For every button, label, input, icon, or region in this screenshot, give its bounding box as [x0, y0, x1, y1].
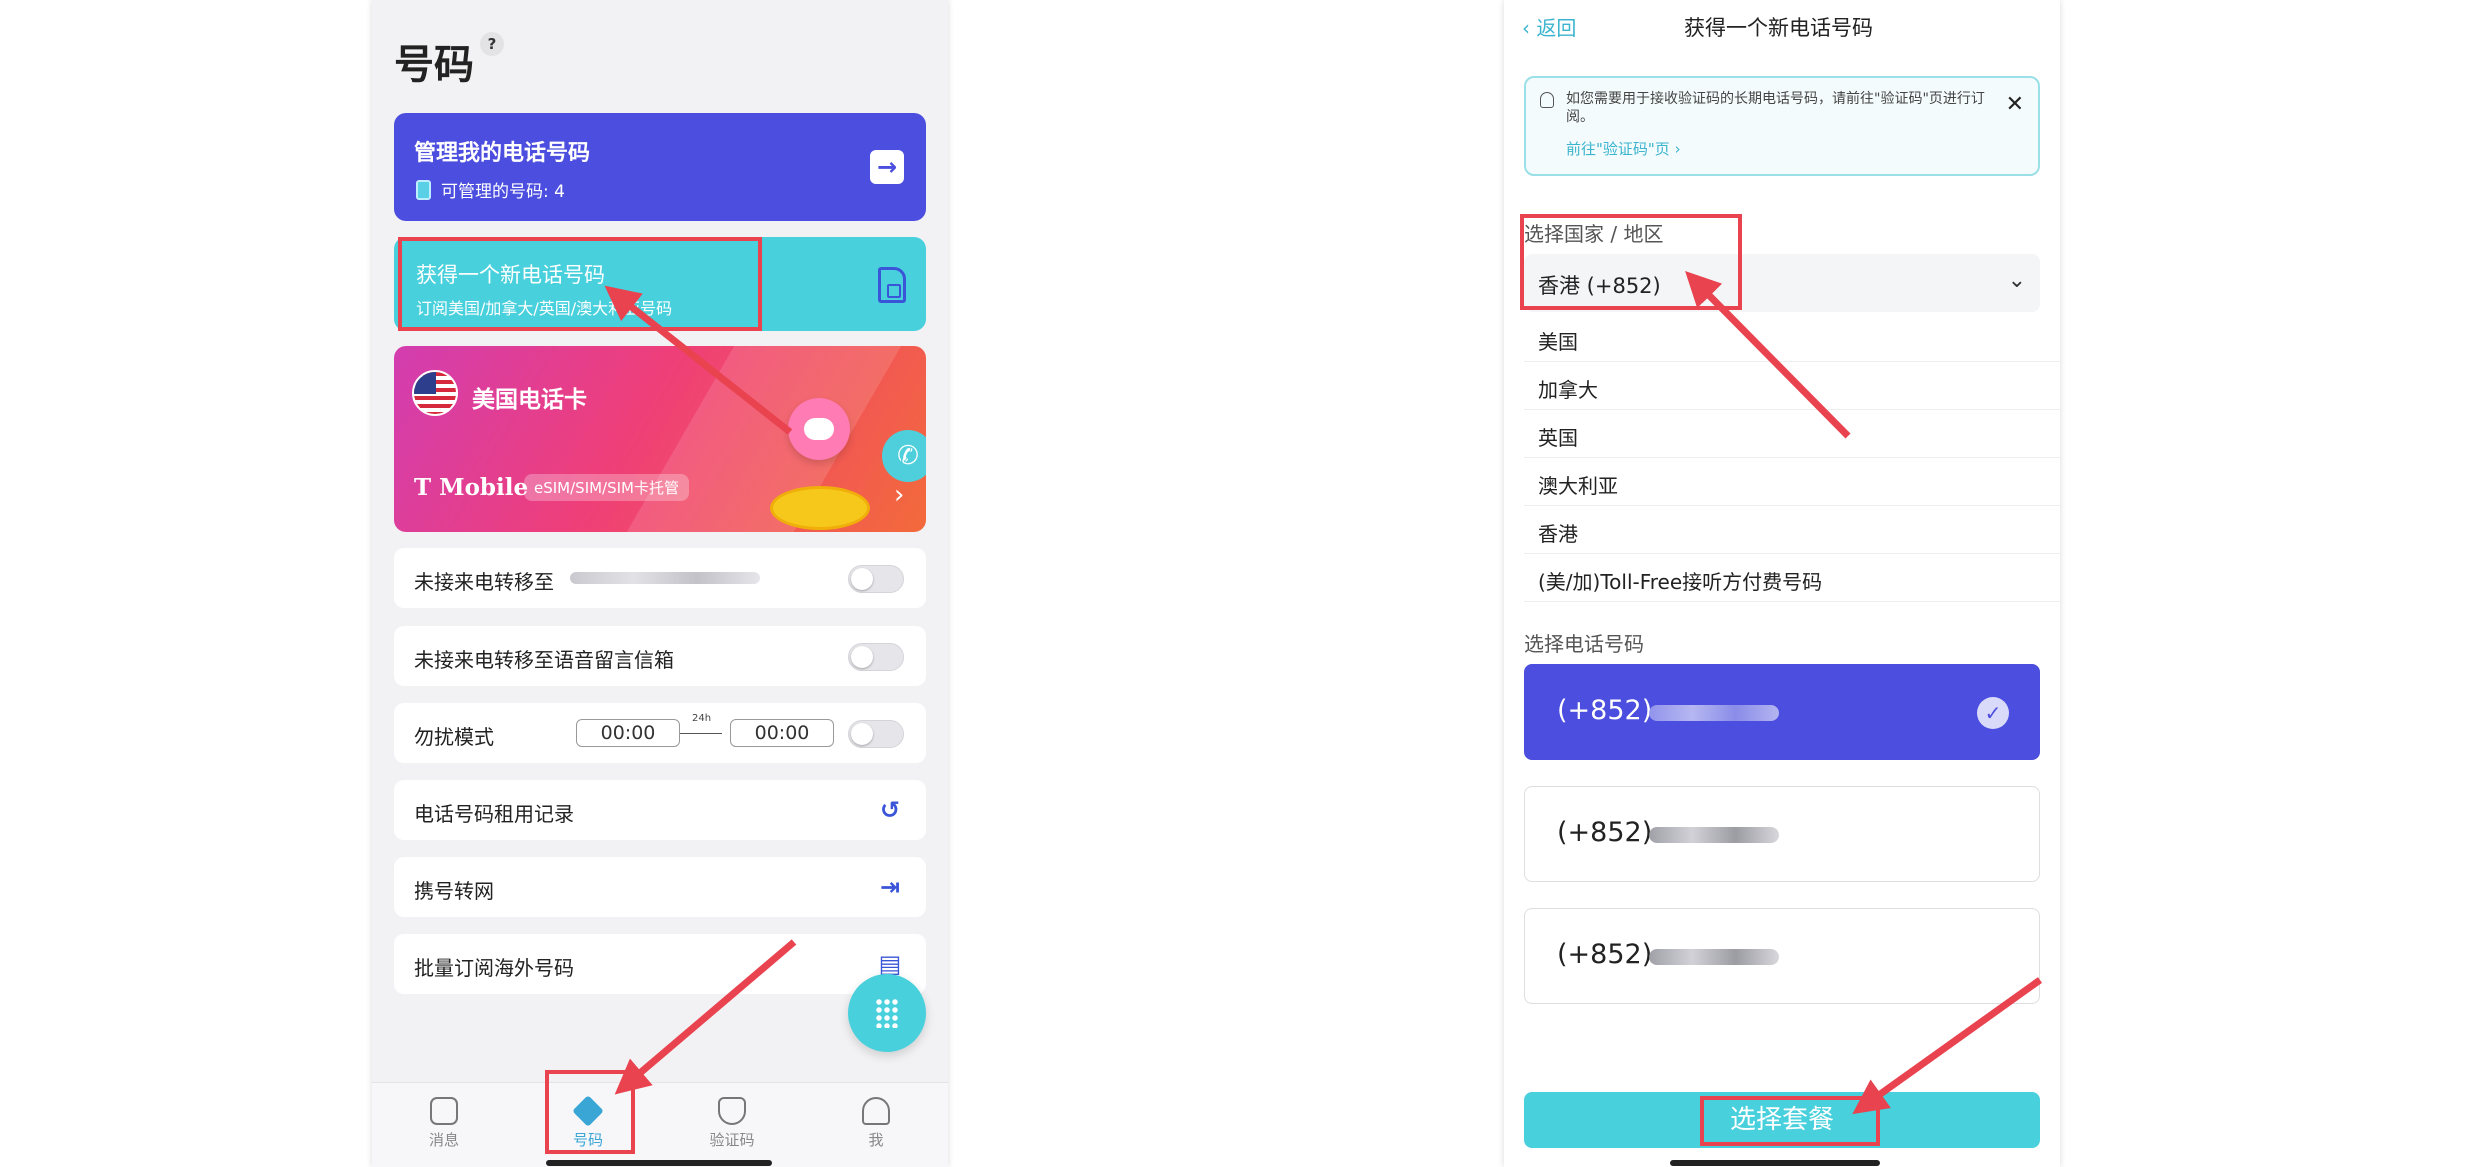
arrow-to-numbers-tab	[614, 939, 797, 1095]
annotation-arrows	[604, 271, 2043, 1115]
arrow-to-choose-plan	[1852, 977, 2043, 1115]
arrow-to-country-select	[1685, 271, 1851, 439]
arrow-to-new-number	[604, 285, 793, 435]
